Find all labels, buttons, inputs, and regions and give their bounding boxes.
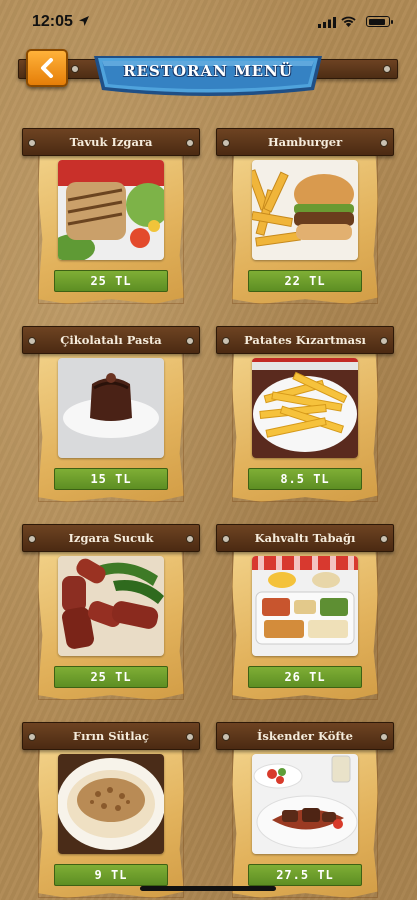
menu-item-name: İskender Köfte (257, 729, 353, 743)
food-photo (252, 160, 358, 260)
status-bar: 12:05 (0, 0, 417, 44)
food-photo (252, 754, 358, 854)
card-title-bar: Hamburger (216, 128, 394, 156)
menu-item-name: Hamburger (267, 135, 343, 149)
card-title-bar: Kahvaltı Tabağı (216, 524, 394, 552)
card-title-bar: Patates Kızartması (216, 326, 394, 354)
signal-icon (318, 17, 336, 28)
menu-item-name: Fırın Sütlaç (72, 729, 150, 743)
price-tag: 22 TL (248, 270, 362, 292)
page-title: RESTORAN MENÜ (123, 62, 293, 80)
chevron-left-icon (41, 58, 53, 78)
back-button[interactable] (26, 49, 68, 87)
status-time: 12:05 (32, 13, 73, 30)
menu-card[interactable]: Fırın Sütlaç 9 TL (22, 722, 200, 900)
food-photo (58, 754, 164, 854)
menu-card[interactable]: Kahvaltı Tabağı 26 TL (216, 524, 394, 702)
menu-card[interactable]: Tavuk Izgara 25 TL (22, 128, 200, 306)
home-indicator[interactable] (140, 886, 276, 891)
card-title-bar: Izgara Sucuk (22, 524, 200, 552)
menu-item-name: Çikolatalı Pasta (60, 333, 162, 347)
price-tag: 8.5 TL (248, 468, 362, 490)
food-photo (58, 160, 164, 260)
menu-card[interactable]: Izgara Sucuk 25 TL (22, 524, 200, 702)
menu-card[interactable]: İskender Köfte 27.5 TL (216, 722, 394, 900)
price-tag: 26 TL (248, 666, 362, 688)
price-tag: 27.5 TL (248, 864, 362, 886)
menu-item-name: Patates Kızartması (244, 333, 366, 347)
card-title-bar: Çikolatalı Pasta (22, 326, 200, 354)
card-title-bar: Fırın Sütlaç (22, 722, 200, 750)
menu-card[interactable]: Hamburger 22 TL (216, 128, 394, 306)
nail-icon (383, 65, 391, 73)
battery-icon (366, 16, 393, 27)
nail-icon (71, 65, 79, 73)
menu-item-name: Kahvaltı Tabağı (254, 531, 356, 545)
menu-card[interactable]: Patates Kızartması 8.5 TL (216, 326, 394, 504)
price-tag: 25 TL (54, 666, 168, 688)
menu-card[interactable]: Çikolatalı Pasta 15 TL (22, 326, 200, 504)
card-title-bar: İskender Köfte (216, 722, 394, 750)
price-tag: 9 TL (54, 864, 168, 886)
food-photo (252, 556, 358, 656)
wifi-icon (341, 16, 356, 27)
menu-item-name: Tavuk Izgara (69, 135, 153, 149)
food-photo (58, 556, 164, 656)
location-arrow-icon (79, 16, 89, 26)
menu-item-name: Izgara Sucuk (68, 531, 154, 545)
food-photo (58, 358, 164, 458)
food-photo (252, 358, 358, 458)
price-tag: 15 TL (54, 468, 168, 490)
price-tag: 25 TL (54, 270, 168, 292)
card-title-bar: Tavuk Izgara (22, 128, 200, 156)
